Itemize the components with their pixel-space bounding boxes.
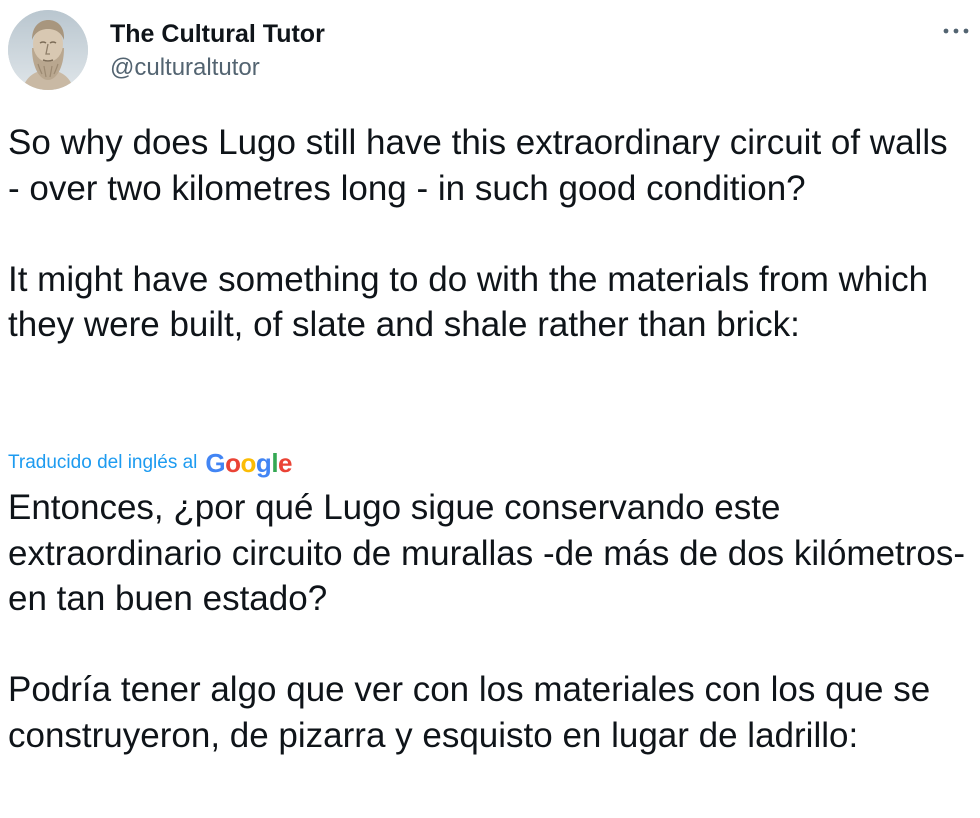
tweet-header: The Cultural Tutor @culturaltutor	[8, 10, 972, 90]
more-options-button[interactable]	[942, 24, 970, 38]
display-name[interactable]: The Cultural Tutor	[110, 19, 325, 49]
bust-avatar-icon	[8, 10, 88, 90]
translated-from-link[interactable]: Traducido del inglés al	[8, 452, 197, 474]
author-info: The Cultural Tutor @culturaltutor	[110, 19, 325, 83]
translation-attribution: Traducido del inglés al Google	[8, 446, 293, 480]
tweet-text: So why does Lugo still have this extraor…	[8, 123, 948, 344]
translated-text: Entonces, ¿por qué Lugo sigue conservand…	[8, 488, 966, 755]
user-handle[interactable]: @culturaltutor	[110, 53, 325, 83]
tweet: The Cultural Tutor @culturaltutor So why…	[0, 0, 980, 818]
avatar[interactable]	[8, 10, 88, 90]
google-logo: Google	[205, 447, 293, 478]
more-horizontal-icon	[943, 28, 969, 34]
